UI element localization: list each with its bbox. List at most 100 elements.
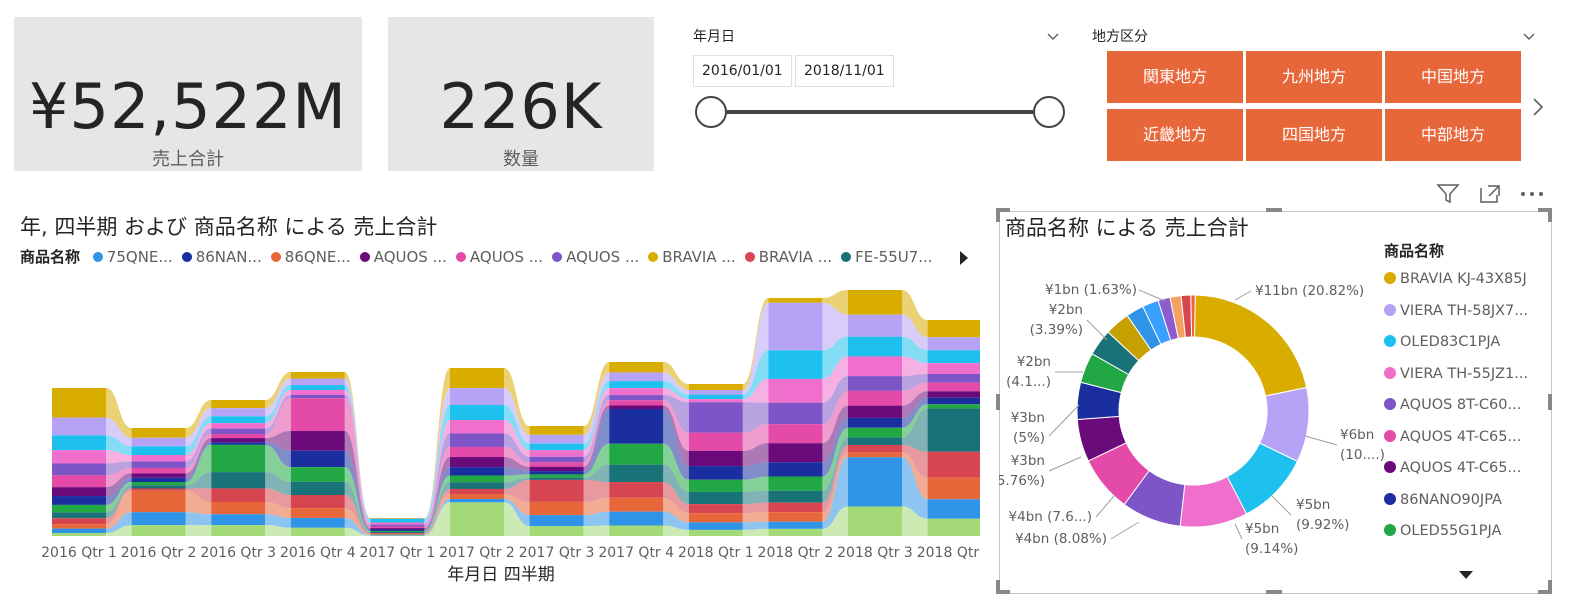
ribbon-bar-segment[interactable]: [768, 462, 823, 477]
date-start-input[interactable]: 2016/01/01: [693, 55, 792, 87]
ribbon-bar-segment[interactable]: [688, 432, 743, 451]
ribbon-bar-segment[interactable]: [211, 416, 266, 424]
ribbon-band[interactable]: [742, 512, 769, 523]
ribbon-bar-segment[interactable]: [529, 466, 584, 472]
ribbon-bar-segment[interactable]: [768, 502, 823, 513]
ribbon-bar-segment[interactable]: [848, 356, 902, 377]
ribbon-bar-segment[interactable]: [768, 424, 823, 444]
ribbon-bar-segment[interactable]: [688, 466, 743, 480]
ribbon-legend-item[interactable]: AQUOS ...: [552, 248, 639, 266]
donut-legend-item[interactable]: BRAVIA KJ-43X85J: [1384, 271, 1544, 303]
ribbon-bar-segment[interactable]: [688, 384, 743, 391]
ribbon-legend-item[interactable]: 75QNE...: [92, 248, 173, 266]
ribbon-bar-segment[interactable]: [370, 526, 425, 529]
ribbon-bar-segment[interactable]: [370, 518, 425, 519]
ribbon-bar-segment[interactable]: [927, 350, 980, 364]
ribbon-band[interactable]: [742, 528, 769, 536]
ribbon-bar-segment[interactable]: [211, 525, 266, 536]
ribbon-bar-segment[interactable]: [529, 515, 584, 527]
ribbon-bar-segment[interactable]: [211, 408, 266, 417]
ribbon-bar-segment[interactable]: [370, 518, 425, 523]
date-range-slider[interactable]: [690, 92, 1075, 132]
ribbon-bar-segment[interactable]: [290, 398, 345, 432]
ribbon-bar-segment[interactable]: [370, 534, 425, 536]
ribbon-bar-segment[interactable]: [450, 457, 504, 468]
ribbon-bar-segment[interactable]: [131, 446, 186, 455]
ribbon-bar-segment[interactable]: [848, 314, 902, 337]
donut-legend-item[interactable]: AQUOS 4T-C65...: [1384, 460, 1544, 492]
ribbon-bar-segment[interactable]: [52, 533, 106, 536]
ribbon-bar-segment[interactable]: [131, 455, 186, 462]
ribbon-bar-segment[interactable]: [450, 433, 504, 447]
ribbon-bar-segment[interactable]: [688, 399, 743, 403]
ribbon-bar-segment[interactable]: [52, 524, 106, 529]
region-tile-chubu[interactable]: 中部地方: [1385, 109, 1521, 161]
ribbon-band[interactable]: [742, 502, 769, 514]
ribbon-bar-segment[interactable]: [211, 423, 266, 429]
ribbon-bar-segment[interactable]: [290, 394, 345, 399]
donut-legend-item[interactable]: VIERA TH-58JX7...: [1384, 303, 1544, 335]
ribbon-bar-segment[interactable]: [848, 376, 902, 391]
ribbon-bar-segment[interactable]: [529, 462, 584, 467]
ribbon-bar-segment[interactable]: [529, 456, 584, 463]
ribbon-bar-segment[interactable]: [927, 363, 980, 374]
ribbon-bar-segment[interactable]: [131, 473, 186, 478]
ribbon-bar-segment[interactable]: [927, 499, 980, 519]
ribbon-legend-item[interactable]: AQUOS ...: [455, 248, 543, 266]
focus-mode-icon[interactable]: [1478, 183, 1502, 205]
ribbon-legend-item[interactable]: BRAVIA ...: [648, 248, 736, 266]
donut-legend-item[interactable]: VIERA TH-55JZ1...: [1384, 366, 1544, 398]
donut-legend-item[interactable]: OLED83C1PJA: [1384, 334, 1544, 366]
ribbon-bar-segment[interactable]: [848, 437, 902, 445]
ribbon-bar-segment[interactable]: [131, 467, 186, 474]
ribbon-bar-segment[interactable]: [290, 508, 345, 518]
ribbon-bar-segment[interactable]: [927, 382, 980, 392]
ribbon-bar-segment[interactable]: [290, 378, 345, 386]
ribbon-bar-segment[interactable]: [768, 490, 823, 503]
ribbon-bar-segment[interactable]: [848, 452, 902, 458]
ribbon-bar-segment[interactable]: [609, 400, 664, 406]
ribbon-bar-segment[interactable]: [211, 438, 266, 443]
ribbon-bar-segment[interactable]: [450, 499, 504, 503]
ribbon-bar-segment[interactable]: [52, 487, 106, 497]
ribbon-bar-segment[interactable]: [370, 534, 425, 535]
ribbon-bar-segment[interactable]: [52, 512, 106, 519]
ribbon-legend-item[interactable]: 86NAN...: [181, 248, 262, 266]
ribbon-bar-segment[interactable]: [848, 457, 902, 507]
ribbon-bar-segment[interactable]: [529, 434, 584, 444]
ribbon-band[interactable]: [583, 525, 610, 536]
ribbon-legend-item[interactable]: FE-55U7...: [841, 248, 933, 266]
ribbon-bar-segment[interactable]: [211, 444, 266, 473]
ribbon-bar-segment[interactable]: [688, 450, 743, 467]
ribbon-bar-segment[interactable]: [450, 494, 504, 500]
ribbon-bar-segment[interactable]: [131, 477, 186, 482]
legend-next-icon[interactable]: [958, 250, 970, 266]
ribbon-bar-segment[interactable]: [688, 394, 743, 400]
ribbon-bar-segment[interactable]: [370, 529, 425, 531]
ribbon-bar-segment[interactable]: [131, 490, 186, 513]
ribbon-bar-segment[interactable]: [131, 525, 186, 536]
ribbon-bar-segment[interactable]: [370, 532, 425, 534]
ribbon-bar-segment[interactable]: [768, 476, 823, 491]
ribbon-bar-segment[interactable]: [768, 443, 823, 463]
slider-start-handle[interactable]: [695, 96, 727, 128]
ribbon-bar-segment[interactable]: [768, 350, 823, 379]
ribbon-bar-segment[interactable]: [131, 428, 186, 438]
ribbon-chart[interactable]: 2016 Qtr 1 2016 Qtr 2 2016 Qtr 3 2016 Qtr 4…: [0, 282, 980, 582]
ribbon-bar-segment[interactable]: [211, 514, 266, 526]
ribbon-bar-segment[interactable]: [927, 477, 980, 500]
ribbon-bar-segment[interactable]: [290, 450, 345, 468]
ribbon-bar-segment[interactable]: [688, 390, 743, 395]
ribbon-bar-segment[interactable]: [211, 488, 266, 502]
donut-slice[interactable]: [1190, 294, 1196, 338]
ribbon-bar-segment[interactable]: [609, 405, 664, 409]
ribbon-bar-segment[interactable]: [529, 443, 584, 451]
ribbon-bar-segment[interactable]: [609, 511, 664, 526]
ribbon-bar-segment[interactable]: [609, 381, 664, 389]
ribbon-bar-segment[interactable]: [290, 390, 345, 395]
ribbon-bar-segment[interactable]: [529, 477, 584, 480]
ribbon-bar-segment[interactable]: [768, 402, 823, 425]
revenue-card[interactable]: ¥52,522M 売上合計: [14, 17, 362, 171]
ribbon-bar-segment[interactable]: [290, 527, 345, 536]
ribbon-bar-segment[interactable]: [131, 437, 186, 447]
